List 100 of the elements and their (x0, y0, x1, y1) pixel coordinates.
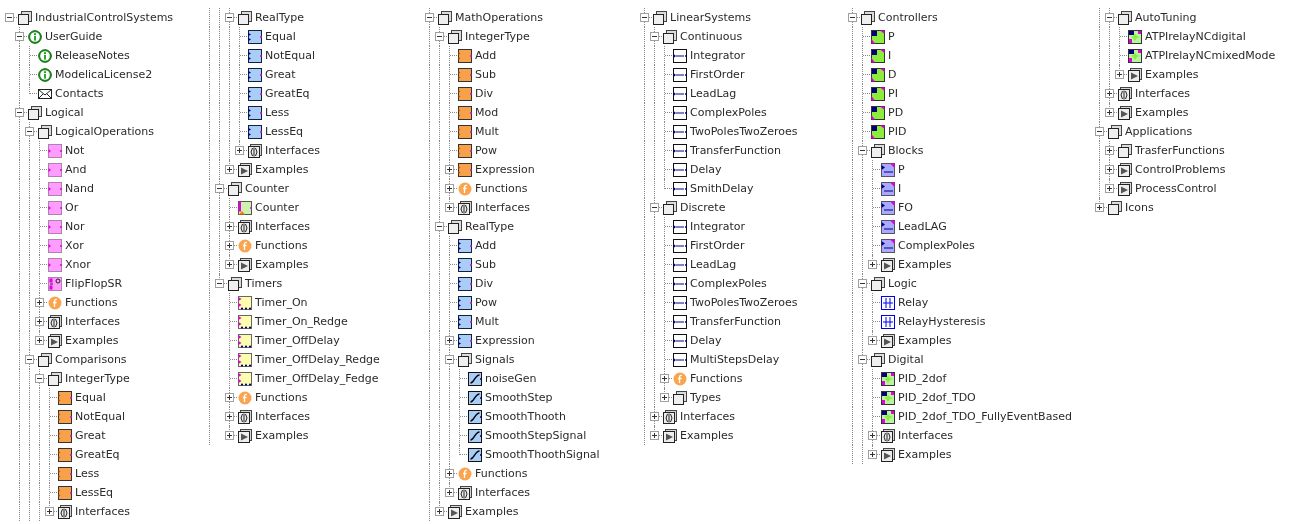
expand-toggle[interactable] (858, 355, 867, 364)
tree-item-label[interactable]: FlipFlopSR (65, 276, 123, 291)
expand-toggle[interactable] (445, 184, 454, 193)
tree-item-label[interactable]: Integrator (690, 219, 746, 234)
tree-item-label[interactable]: MultiStepsDelay (690, 352, 780, 367)
expand-toggle[interactable] (660, 374, 669, 383)
tree-item-label[interactable]: noiseGen (485, 371, 537, 386)
tree-item-label[interactable]: Functions (475, 466, 528, 481)
expand-toggle[interactable] (858, 279, 867, 288)
tree-item-label[interactable]: Or (65, 200, 79, 215)
expand-toggle[interactable] (215, 279, 224, 288)
tree-item-label[interactable]: Sub (475, 257, 496, 272)
tree-item-label[interactable]: Less (75, 466, 100, 481)
tree-item-label[interactable]: Functions (255, 390, 308, 405)
tree-item-label[interactable]: ComplexPoles (898, 238, 975, 253)
tree-item-label[interactable]: Examples (680, 428, 734, 443)
expand-toggle[interactable] (1105, 13, 1114, 22)
expand-toggle[interactable] (225, 165, 234, 174)
tree-item-label[interactable]: FirstOrder (690, 67, 745, 82)
tree-item-label[interactable]: Timer_On (255, 295, 308, 310)
tree-item-label[interactable]: SmoothThoothSignal (485, 447, 600, 462)
tree-item-label[interactable]: Examples (898, 447, 952, 462)
tree-item-label[interactable]: IntegerType (465, 29, 530, 44)
tree-item-label[interactable]: PID (888, 124, 907, 139)
tree-item-label[interactable]: Examples (255, 428, 309, 443)
tree-item-label[interactable]: SmithDelay (690, 181, 754, 196)
expand-toggle[interactable] (868, 431, 877, 440)
tree-item-label[interactable]: PID_2dof_TDO (898, 390, 976, 405)
tree-item-label[interactable]: Expression (475, 333, 535, 348)
expand-toggle[interactable] (445, 469, 454, 478)
tree-item-label[interactable]: Comparisons (55, 352, 127, 367)
tree-item-label[interactable]: Examples (65, 333, 119, 348)
expand-toggle[interactable] (445, 165, 454, 174)
tree-item-label[interactable]: Equal (75, 390, 106, 405)
expand-toggle[interactable] (35, 317, 44, 326)
tree-item-label[interactable]: Mult (475, 124, 499, 139)
tree-item-label[interactable]: LeadLag (690, 257, 737, 272)
tree-item-label[interactable]: NotEqual (75, 409, 125, 424)
tree-item-label[interactable]: LogicalOperations (55, 124, 155, 139)
expand-toggle[interactable] (445, 355, 454, 364)
tree-item-label[interactable]: Add (475, 48, 497, 63)
expand-toggle[interactable] (650, 412, 659, 421)
expand-toggle[interactable] (235, 146, 244, 155)
tree-item-label[interactable]: TransferFunction (690, 314, 782, 329)
tree-item-label[interactable]: Interfaces (265, 143, 320, 158)
tree-item-label[interactable]: RelayHysteresis (898, 314, 986, 329)
tree-item-label[interactable]: Counter (245, 181, 289, 196)
expand-toggle[interactable] (868, 260, 877, 269)
expand-toggle[interactable] (1105, 108, 1114, 117)
tree-item-label[interactable]: Great (265, 67, 296, 82)
tree-item-label[interactable]: TransferFunction (690, 143, 782, 158)
tree-item-label[interactable]: Less (265, 105, 290, 120)
tree-item-label[interactable]: I (898, 181, 902, 196)
expand-toggle[interactable] (425, 13, 434, 22)
tree-item-label[interactable]: PI (888, 86, 898, 101)
tree-item-label[interactable]: Controllers (878, 10, 938, 25)
tree-item-label[interactable]: ControlProblems (1135, 162, 1226, 177)
tree-item-label[interactable]: LessEq (75, 485, 114, 500)
tree-item-label[interactable]: Expression (475, 162, 535, 177)
expand-toggle[interactable] (225, 412, 234, 421)
tree-item-label[interactable]: ModelicaLicense2 (55, 67, 153, 82)
expand-toggle[interactable] (225, 260, 234, 269)
tree-item-label[interactable]: Timer_OffDelay (255, 333, 340, 348)
tree-item-label[interactable]: IntegerType (65, 371, 130, 386)
tree-item-label[interactable]: Timer_OffDelay_Fedge (255, 371, 379, 386)
tree-item-label[interactable]: Nand (65, 181, 94, 196)
expand-toggle[interactable] (225, 222, 234, 231)
tree-item-label[interactable]: Mult (475, 314, 499, 329)
tree-item-label[interactable]: SmoothThooth (485, 409, 566, 424)
tree-item-label[interactable]: Counter (255, 200, 299, 215)
tree-item-label[interactable]: FO (898, 200, 913, 215)
tree-item-label[interactable]: Interfaces (75, 504, 130, 519)
tree-item-label[interactable]: LeadLAG (898, 219, 947, 234)
tree-item-label[interactable]: Timers (245, 276, 283, 291)
tree-item-label[interactable]: Xor (65, 238, 84, 253)
tree-item-label[interactable]: Applications (1125, 124, 1193, 139)
tree-item-label[interactable]: Interfaces (475, 485, 530, 500)
tree-item-label[interactable]: ATPIrelayNCmixedMode (1145, 48, 1276, 63)
expand-toggle[interactable] (25, 127, 34, 136)
tree-item-label[interactable]: TwoPolesTwoZeroes (690, 124, 798, 139)
tree-item-label[interactable]: Discrete (680, 200, 726, 215)
expand-toggle[interactable] (858, 146, 867, 155)
tree-item-label[interactable]: Logic (888, 276, 917, 291)
expand-toggle[interactable] (435, 32, 444, 41)
tree-item-label[interactable]: Add (475, 238, 497, 253)
tree-item-label[interactable]: GreatEq (265, 86, 310, 101)
tree-item-label[interactable]: Signals (475, 352, 515, 367)
tree-item-label[interactable]: Functions (255, 238, 308, 253)
expand-toggle[interactable] (35, 336, 44, 345)
tree-item-label[interactable]: Icons (1125, 200, 1154, 215)
expand-toggle[interactable] (868, 450, 877, 459)
tree-item-label[interactable]: Interfaces (1135, 86, 1190, 101)
expand-toggle[interactable] (1105, 89, 1114, 98)
expand-toggle[interactable] (435, 507, 444, 516)
tree-item-label[interactable]: Digital (888, 352, 924, 367)
tree-item-label[interactable]: Functions (690, 371, 743, 386)
tree-item-label[interactable]: Functions (475, 181, 528, 196)
expand-toggle[interactable] (25, 355, 34, 364)
tree-item-label[interactable]: D (888, 67, 897, 82)
tree-item-label[interactable]: Mod (475, 105, 499, 120)
